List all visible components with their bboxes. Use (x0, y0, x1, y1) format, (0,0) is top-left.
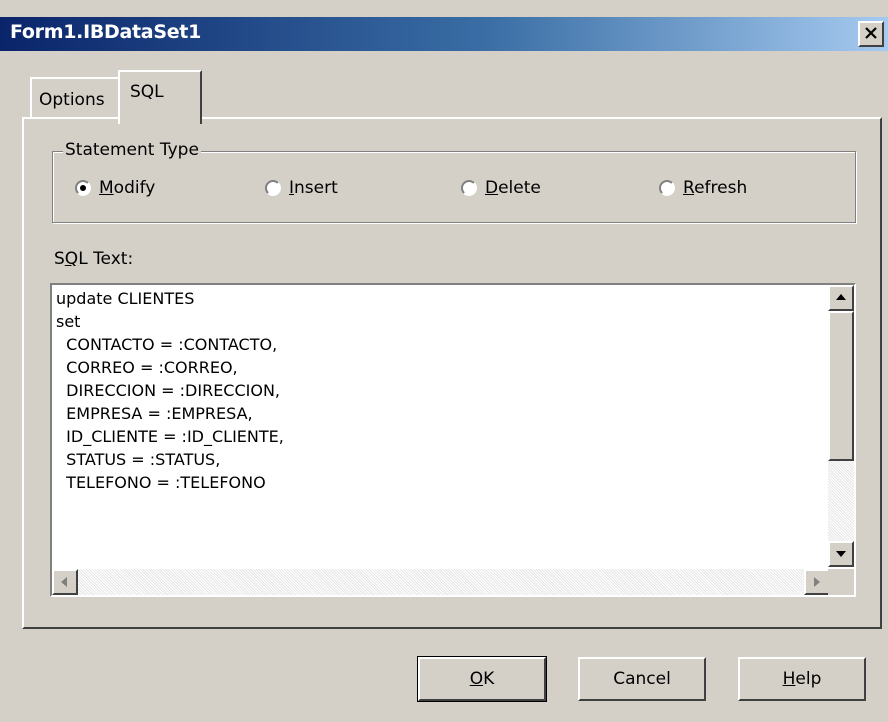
tab-sql[interactable]: SQL (118, 70, 202, 124)
scrollbar-corner (828, 569, 854, 595)
radio-insert-circle (265, 180, 281, 196)
scroll-up-arrow-icon (836, 294, 846, 300)
scroll-right-button[interactable] (804, 569, 830, 595)
tab-sql-label: SQL (130, 82, 164, 102)
sql-line: set (56, 312, 81, 331)
radio-insert-label: Insert (289, 178, 338, 198)
sql-text-label: SQL Text: (54, 249, 134, 269)
title-bar[interactable]: Form1.IBDataSet1 (0, 17, 888, 51)
radio-refresh-label: Refresh (683, 178, 748, 198)
radio-modify-label: Modify (99, 178, 156, 198)
statement-type-legend: Statement Type (63, 140, 201, 160)
sql-tab-panel: Statement Type Modify Insert Delete Refr… (22, 117, 882, 629)
radio-refresh[interactable]: Refresh (659, 178, 789, 202)
close-button[interactable] (858, 21, 884, 47)
radio-modify[interactable]: Modify (75, 178, 195, 202)
tab-options-label: Options (39, 90, 105, 110)
radio-selected-dot (80, 185, 86, 191)
statement-type-group: Statement Type Modify Insert Delete Refr… (52, 140, 856, 223)
horizontal-scrollbar[interactable] (52, 569, 830, 595)
scroll-up-button[interactable] (828, 285, 854, 311)
tab-options[interactable]: Options (30, 77, 120, 117)
sql-text-editor[interactable]: update CLIENTES set CONTACTO = :CONTACTO… (50, 283, 856, 597)
window-title: Form1.IBDataSet1 (10, 21, 201, 43)
sql-line: DIRECCION = :DIRECCION, (56, 381, 281, 400)
radio-refresh-circle (659, 180, 675, 196)
vertical-scrollbar[interactable] (828, 285, 854, 567)
help-button[interactable]: Help (738, 657, 866, 701)
radio-modify-circle (75, 180, 91, 196)
scroll-left-arrow-icon (61, 577, 67, 587)
ok-button[interactable]: OK (417, 656, 547, 702)
scroll-down-arrow-icon (836, 551, 846, 557)
sql-line: CORREO = :CORREO, (56, 358, 238, 377)
sql-line: TELEFONO = :TELEFONO (56, 473, 266, 492)
radio-delete-label: Delete (485, 178, 541, 198)
sql-line: EMPRESA = :EMPRESA, (56, 404, 253, 423)
sql-line: CONTACTO = :CONTACTO, (56, 335, 278, 354)
sql-line: ID_CLIENTE = :ID_CLIENTE, (56, 427, 284, 446)
sql-text-content[interactable]: update CLIENTES set CONTACTO = :CONTACTO… (54, 287, 832, 567)
scroll-right-arrow-icon (814, 577, 820, 587)
radio-delete[interactable]: Delete (461, 178, 581, 202)
sql-line: update CLIENTES (56, 289, 195, 308)
radio-delete-circle (461, 180, 477, 196)
cancel-button[interactable]: Cancel (578, 657, 706, 701)
radio-insert[interactable]: Insert (265, 178, 385, 202)
sql-line: STATUS = :STATUS, (56, 450, 221, 469)
scroll-left-button[interactable] (52, 569, 78, 595)
close-icon (865, 27, 877, 39)
vertical-scroll-thumb[interactable] (828, 311, 854, 461)
scroll-down-button[interactable] (828, 541, 854, 567)
dialog-window: Form1.IBDataSet1 Options SQL Statement T… (0, 0, 888, 722)
